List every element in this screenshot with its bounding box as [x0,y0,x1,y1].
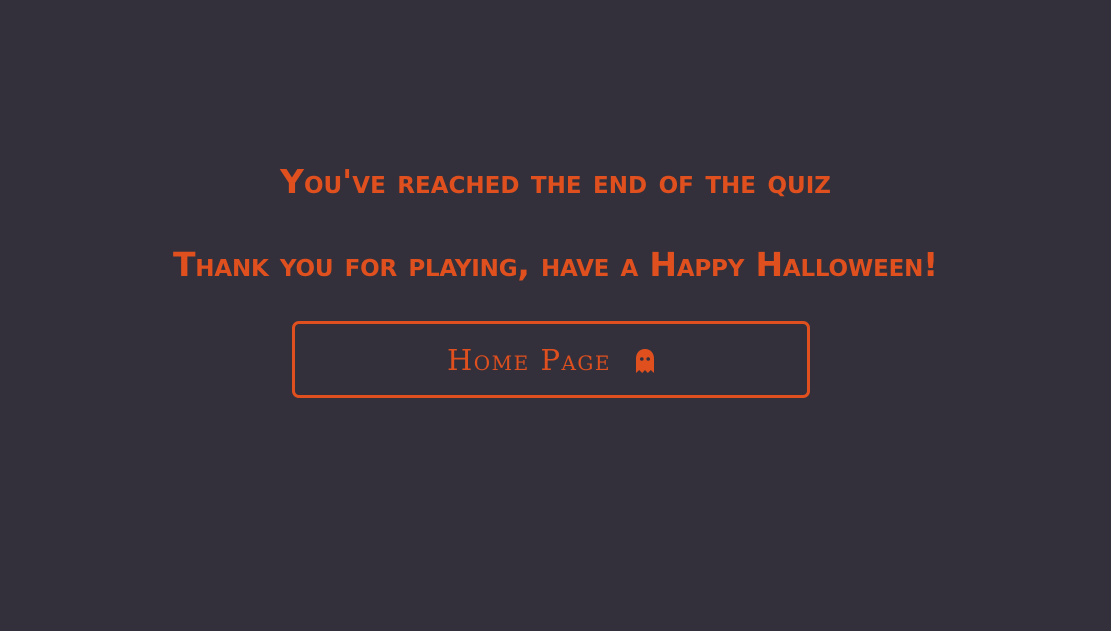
end-of-quiz-heading: You've reached the end of the quiz [280,162,831,201]
home-page-button[interactable]: Home Page [292,321,810,398]
thank-you-heading: Thank you for playing, have a Happy Hall… [172,245,939,284]
end-screen: You've reached the end of the quiz Thank… [0,0,1111,631]
home-page-button-label: Home Page [446,342,611,377]
ghost-icon [635,348,655,373]
